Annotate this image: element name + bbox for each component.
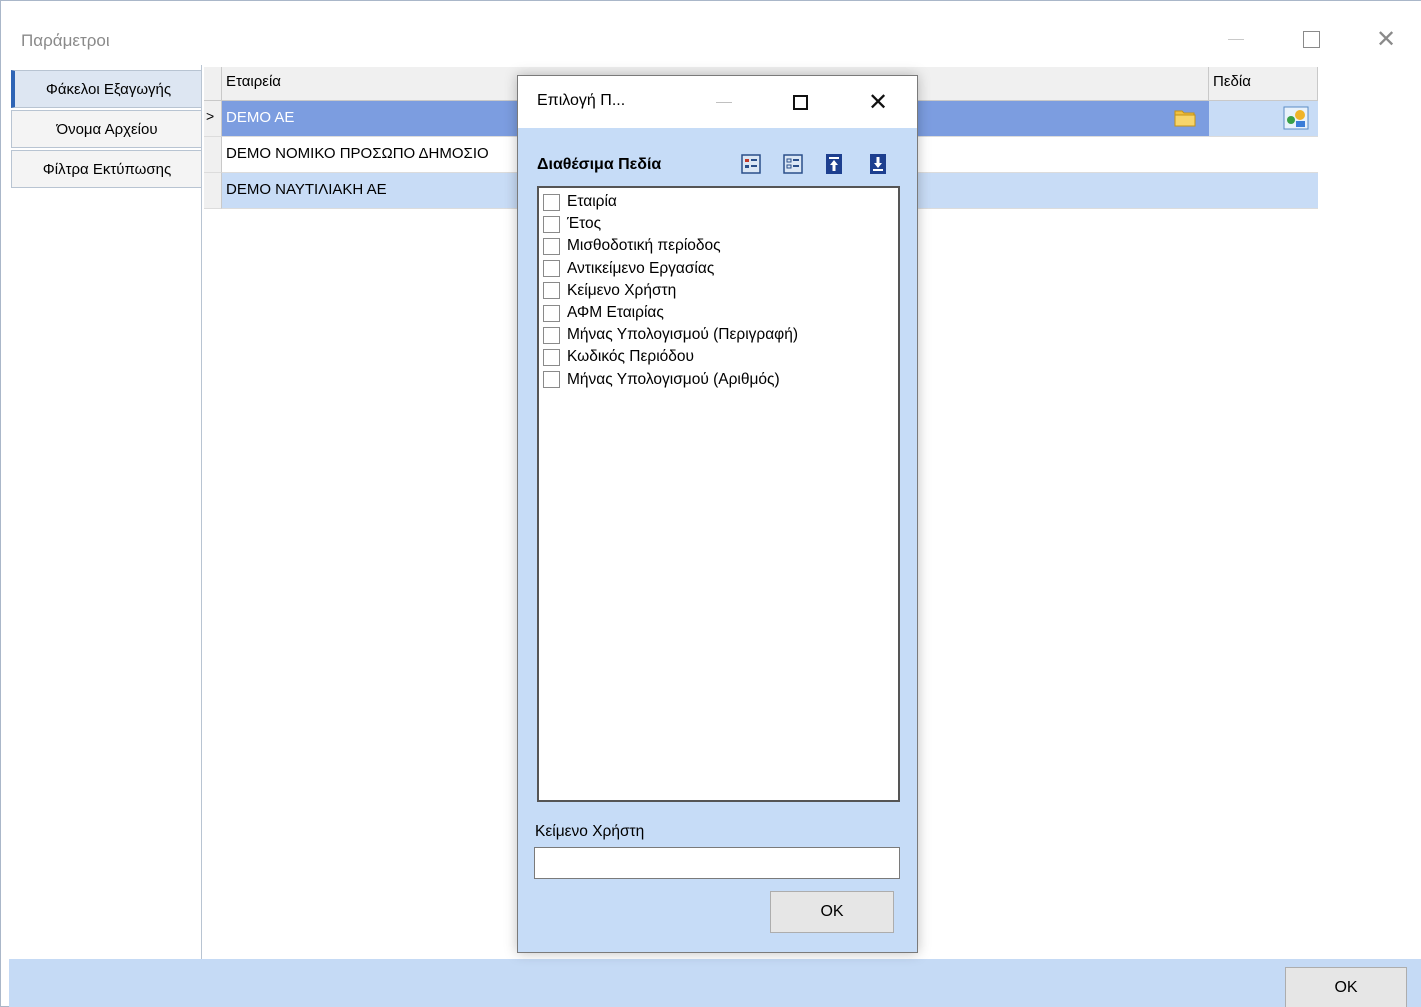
close-icon: ✕ xyxy=(867,88,889,116)
field-item-company-vat[interactable]: ΑΦΜ Εταιρίας xyxy=(543,302,894,324)
company-cell: DEMO AE xyxy=(226,109,295,126)
select-all-icon[interactable] xyxy=(741,153,761,175)
window-title: Παράμετροι xyxy=(21,31,110,50)
field-label: Κείμενο Χρήστη xyxy=(567,281,677,299)
column-header-fields[interactable]: Πεδία xyxy=(1209,67,1318,101)
row-indicator-empty[interactable] xyxy=(204,173,222,209)
vertical-tab-strip: Φάκελοι Εξαγωγής Όνομα Αρχείου Φίλτρα Εκ… xyxy=(9,65,203,1007)
dialog-title: Επιλογή Π... xyxy=(537,92,626,109)
field-label: Αντικείμενο Εργασίας xyxy=(567,259,715,277)
field-item-period-code[interactable]: Κωδικός Περιόδου xyxy=(543,346,894,368)
move-top-icon[interactable] xyxy=(824,153,844,175)
field-label: Κωδικός Περιόδου xyxy=(567,348,694,366)
minimize-button[interactable] xyxy=(1213,23,1259,55)
fields-cell[interactable] xyxy=(1209,101,1318,137)
minimize-icon xyxy=(716,101,732,103)
footer-bar xyxy=(9,959,1421,1007)
maximize-icon xyxy=(1302,30,1320,48)
fields-cell[interactable] xyxy=(1209,137,1318,173)
field-checkbox[interactable] xyxy=(543,371,560,389)
field-label: Εταιρία xyxy=(567,193,617,211)
main-ok-button[interactable]: OK xyxy=(1285,967,1407,1007)
row-indicator-empty[interactable] xyxy=(204,137,222,173)
field-item-user-text[interactable]: Κείμενο Χρήστη xyxy=(543,280,894,302)
move-bottom-icon[interactable] xyxy=(868,153,888,175)
field-checkbox[interactable] xyxy=(543,237,560,255)
close-icon: ✕ xyxy=(1375,25,1397,53)
user-text-label: Κείμενο Χρήστη xyxy=(535,823,645,840)
tab-export-folders[interactable]: Φάκελοι Εξαγωγής xyxy=(11,70,203,108)
field-label: Έτος xyxy=(567,215,602,233)
field-checkbox[interactable] xyxy=(543,282,560,300)
field-checkbox[interactable] xyxy=(543,348,560,366)
row-indicator[interactable]: > xyxy=(204,101,222,137)
dialog-minimize-button[interactable] xyxy=(704,88,744,116)
field-checkbox[interactable] xyxy=(543,193,560,211)
minimize-icon xyxy=(1228,38,1244,40)
field-item-payroll-period[interactable]: Μισθοδοτική περίοδος xyxy=(543,235,894,257)
company-cell: DEMO ΝΑΥΤΙΛΙΑΚΗ ΑΕ xyxy=(226,181,387,198)
field-item-month-description[interactable]: Μήνας Υπολογισμού (Περιγραφή) xyxy=(543,324,894,346)
dialog-titlebar: Επιλογή Π... ✕ xyxy=(518,76,917,128)
company-cell: DEMO ΝΟΜΙΚΟ ΠΡΟΣΩΠΟ ΔΗΜΟΣΙΟ xyxy=(226,145,489,162)
field-item-company[interactable]: Εταιρία xyxy=(543,191,894,213)
close-button[interactable]: ✕ xyxy=(1363,23,1409,55)
field-label: Μήνας Υπολογισμού (Αριθμός) xyxy=(567,370,780,388)
table-row-tail[interactable] xyxy=(918,137,1209,173)
field-label: ΑΦΜ Εταιρίας xyxy=(567,304,664,322)
table-row[interactable]: DEMO ΝΟΜΙΚΟ ΠΡΟΣΩΠΟ ΔΗΜΟΣΙΟ xyxy=(222,137,520,173)
field-checkbox[interactable] xyxy=(543,326,560,344)
field-item-year[interactable]: Έτος xyxy=(543,213,894,235)
fields-cell[interactable] xyxy=(1209,173,1318,209)
field-checkbox[interactable] xyxy=(543,304,560,322)
available-fields-label: Διαθέσιμα Πεδία xyxy=(537,156,662,173)
field-item-work-object[interactable]: Αντικείμενο Εργασίας xyxy=(543,258,894,280)
deselect-all-icon[interactable] xyxy=(783,153,803,175)
available-fields-list[interactable]: Εταιρία Έτος Μισθοδοτική περίοδος Αντικε… xyxy=(537,186,900,802)
field-checkbox[interactable] xyxy=(543,215,560,233)
field-checkbox[interactable] xyxy=(543,260,560,278)
fields-config-icon[interactable] xyxy=(1283,106,1309,130)
tab-print-filters[interactable]: Φίλτρα Εκτύπωσης xyxy=(11,150,203,188)
dialog-ok-button[interactable]: OK xyxy=(770,891,894,933)
field-label: Μισθοδοτική περίοδος xyxy=(567,237,721,255)
dialog-maximize-button[interactable] xyxy=(780,88,820,116)
field-selection-dialog: Επιλογή Π... ✕ Διαθέσιμα Πεδία Εταιρία Έ… xyxy=(517,75,918,953)
folder-icon[interactable] xyxy=(1174,108,1196,128)
grid-corner xyxy=(204,67,222,101)
dialog-close-button[interactable]: ✕ xyxy=(858,88,898,116)
maximize-button[interactable] xyxy=(1288,23,1334,55)
field-label: Μήνας Υπολογισμού (Περιγραφή) xyxy=(567,326,798,344)
tab-file-name[interactable]: Όνομα Αρχείου xyxy=(11,110,203,148)
maximize-icon xyxy=(792,94,808,110)
window-titlebar: Παράμετροι ✕ xyxy=(1,1,1421,65)
field-item-month-number[interactable]: Μήνας Υπολογισμού (Αριθμός) xyxy=(543,369,894,391)
user-text-input[interactable] xyxy=(534,847,900,879)
